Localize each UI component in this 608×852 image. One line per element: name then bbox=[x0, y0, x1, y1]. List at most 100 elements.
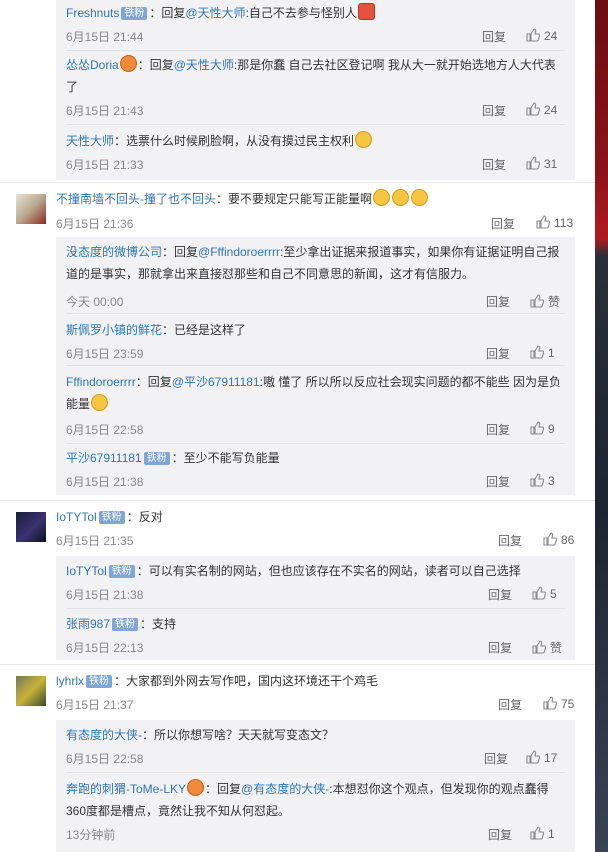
like-button[interactable]: 113 bbox=[536, 215, 573, 230]
emoji-icon bbox=[357, 3, 375, 20]
username-link[interactable]: 有态度的大侠- bbox=[66, 728, 142, 742]
fan-badge: 铁粉 bbox=[108, 565, 135, 578]
reply-button[interactable]: 回复 bbox=[484, 750, 508, 767]
username-link[interactable]: Fffindoroerrrr bbox=[66, 375, 136, 389]
username-link[interactable]: 斯佩罗小镇的鲜花 bbox=[66, 323, 162, 337]
mention-link[interactable]: @Fffindoroerrrr bbox=[198, 245, 280, 259]
list-item: 怂怂Doria ：回复@天性大师:那是你蠢 自己去社区登记啊 我从大一就开始选地方… bbox=[66, 54, 565, 124]
like-button[interactable]: 86 bbox=[543, 532, 574, 547]
timestamp: 13分钟前 bbox=[66, 828, 116, 842]
timestamp: 6月15日 23:59 bbox=[66, 347, 144, 361]
reply-button[interactable]: 回复 bbox=[482, 102, 506, 119]
timestamp: 6月15日 21:38 bbox=[66, 588, 144, 602]
mention-link[interactable]: @平沙67911181 bbox=[172, 375, 260, 389]
reply-button[interactable]: 回复 bbox=[486, 421, 510, 438]
reply-button[interactable]: 回复 bbox=[488, 639, 512, 656]
avatar[interactable] bbox=[16, 194, 46, 224]
username-link[interactable]: lyhrlx bbox=[56, 674, 84, 688]
reply-button[interactable]: 回复 bbox=[486, 345, 510, 362]
mention-link[interactable]: @天性大师 bbox=[174, 58, 234, 72]
like-button[interactable]: 75 bbox=[543, 696, 574, 711]
like-button[interactable]: 24 bbox=[526, 28, 557, 43]
like-button[interactable]: 24 bbox=[526, 102, 557, 117]
comment-text: :嗷 懂了 所以所以反应社会现实问题的都不能些 因为是负 bbox=[259, 375, 561, 389]
mention-link[interactable]: @有态度的大侠- bbox=[241, 782, 329, 796]
page-background-edge bbox=[595, 0, 608, 852]
username-link[interactable]: IoTYTol bbox=[66, 564, 107, 578]
thumb-up-icon bbox=[526, 28, 541, 42]
list-item: 有态度的大侠-：所以你想写啥？天天就写变态文？ 6月15日 22:58 回复 1… bbox=[66, 724, 565, 770]
like-button[interactable]: 5 bbox=[532, 586, 557, 601]
like-button[interactable]: 31 bbox=[526, 156, 557, 171]
thumb-up-icon bbox=[530, 345, 545, 359]
comment-text: ：至少不能写负能量 bbox=[171, 451, 280, 465]
thumb-up-icon bbox=[543, 532, 558, 546]
like-button[interactable]: 赞 bbox=[532, 639, 562, 656]
like-button[interactable]: 9 bbox=[530, 421, 555, 436]
reply-button[interactable]: 回复 bbox=[488, 826, 512, 843]
comment-item: 不撞南墙不回头-撞了也不回头：要不要规定只能写正能量啊 6月15日 21:36 … bbox=[0, 186, 595, 232]
like-button[interactable]: 赞 bbox=[530, 293, 560, 310]
reply-button[interactable]: 回复 bbox=[486, 473, 510, 490]
comment-text: :那是你蠢 自己去社区登记啊 我从大一就开始选地方人大代表 bbox=[233, 58, 556, 72]
fan-badge: 铁粉 bbox=[112, 618, 139, 631]
username-link[interactable]: 不撞南墙不回头-撞了也不回头 bbox=[56, 192, 216, 206]
username-link[interactable]: 天性大师 bbox=[66, 134, 114, 148]
reply-prefix: ：回复 bbox=[135, 375, 172, 389]
comment-text-cont: 道的是事实，那就拿出来直接怼那些和自己不同意思的新闻，这才有信服力。 bbox=[66, 267, 475, 281]
emoji-icon bbox=[187, 779, 205, 796]
comment-text-cont: 360度都是槽点，竟然让我不知从何怼起。 bbox=[66, 804, 291, 818]
comment-text: ：已经是这样了 bbox=[162, 323, 247, 337]
like-button[interactable]: 1 bbox=[530, 826, 555, 841]
comment-text: ：可以有实名制的网站，但也应该存在不实名的网站，读者可以自己选择 bbox=[136, 564, 521, 578]
list-item: 没态度的微博公司：回复@Fffindoroerrrr:至少拿出证据来报道事实，如… bbox=[66, 241, 565, 309]
like-button[interactable]: 3 bbox=[530, 473, 555, 488]
mention-link[interactable]: @天性大师 bbox=[185, 6, 245, 20]
comment-text-cont: 了 bbox=[66, 80, 79, 94]
username-link[interactable]: 平沙67911181 bbox=[66, 451, 142, 465]
comment-text: ：要不要规定只能写正能量啊 bbox=[216, 192, 373, 206]
list-item: 天性大师：选票什么时候刷脸啊，从没有摸过民主权利 6月15日 21:33 回复 … bbox=[66, 130, 565, 176]
emoji-icon bbox=[392, 189, 410, 206]
thumb-up-icon bbox=[530, 826, 545, 840]
username-link[interactable]: 没态度的微博公司 bbox=[66, 245, 162, 259]
avatar[interactable] bbox=[16, 512, 46, 542]
like-button[interactable]: 1 bbox=[530, 345, 555, 360]
list-item: Fffindoroerrrr：回复@平沙67911181:嗷 懂了 所以所以反应… bbox=[66, 371, 565, 441]
username-link[interactable]: 奔跑的刺猬-ToMe-LKY bbox=[66, 782, 186, 796]
username-link[interactable]: 张雨987 bbox=[66, 617, 110, 631]
comment-text: ：所以你想写啥？天天就写变态文？ bbox=[142, 728, 335, 742]
reply-prefix: ：回复 bbox=[137, 58, 174, 72]
avatar[interactable] bbox=[16, 676, 46, 706]
thumb-up-icon bbox=[530, 473, 545, 487]
reply-button[interactable]: 回复 bbox=[482, 28, 506, 45]
like-button[interactable]: 17 bbox=[526, 750, 557, 765]
list-item: 张雨987 铁粉 ：支持 6月15日 22:13 回复 赞 bbox=[66, 613, 565, 659]
timestamp: 6月15日 22:13 bbox=[66, 641, 144, 655]
emoji-icon bbox=[119, 55, 137, 72]
reply-button[interactable]: 回复 bbox=[482, 156, 506, 173]
timestamp: 6月15日 21:37 bbox=[56, 698, 134, 712]
timestamp: 6月15日 21:38 bbox=[66, 475, 144, 489]
fan-badge: 铁粉 bbox=[86, 675, 113, 688]
timestamp: 今天 00:00 bbox=[66, 295, 124, 309]
fan-badge: 铁粉 bbox=[121, 7, 148, 20]
emoji-icon bbox=[355, 131, 373, 148]
list-item: IoTYTol 铁粉 ：可以有实名制的网站，但也应该存在不实名的网站，读者可以自己选… bbox=[66, 560, 565, 606]
list-item: 奔跑的刺猬-ToMe-LKY ：回复@有态度的大侠-:本想怼你这个观点，但发现你的… bbox=[66, 778, 565, 850]
reply-button[interactable]: 回复 bbox=[486, 293, 510, 310]
reply-button[interactable]: 回复 bbox=[498, 532, 522, 549]
reply-box: Freshnuts 铁粉 ：回复@天性大师:自己不去参与怪别人 6月15日 21:4… bbox=[56, 0, 575, 180]
thumb-up-icon bbox=[530, 421, 545, 435]
reply-button[interactable]: 回复 bbox=[498, 696, 522, 713]
reply-button[interactable]: 回复 bbox=[488, 586, 512, 603]
comment-text-cont: 能量 bbox=[66, 397, 91, 411]
username-link[interactable]: IoTYTol bbox=[56, 510, 97, 524]
comment-item: IoTYTol 铁粉 ：反对 6月15日 21:35 回复 86 bbox=[0, 506, 595, 550]
comment-text: ：大家都到外网去写作吧，国内这环境还干个鸡毛 bbox=[114, 674, 379, 688]
username-link[interactable]: Freshnuts bbox=[66, 6, 119, 20]
reply-button[interactable]: 回复 bbox=[491, 215, 515, 232]
username-link[interactable]: 怂怂Doria bbox=[66, 58, 119, 72]
timestamp: 6月15日 21:44 bbox=[66, 30, 144, 44]
timestamp: 6月15日 21:33 bbox=[66, 158, 144, 172]
